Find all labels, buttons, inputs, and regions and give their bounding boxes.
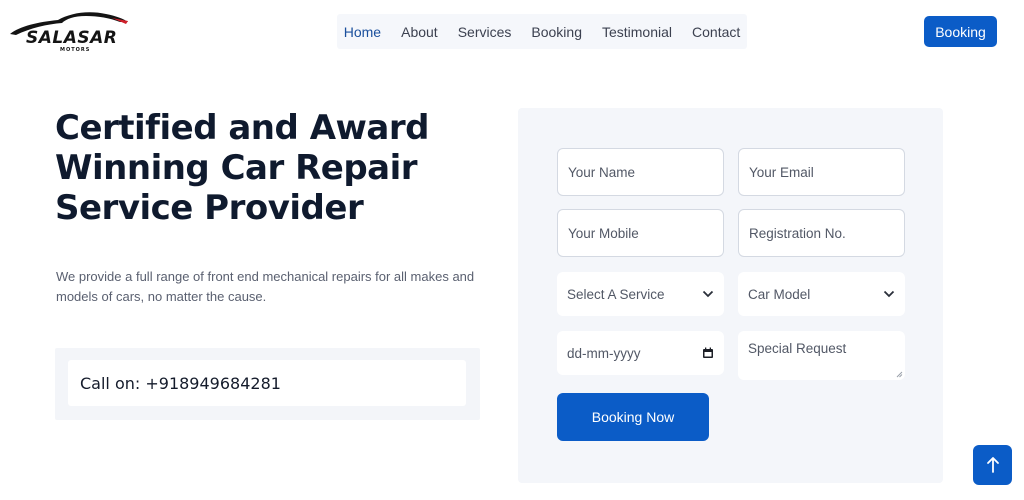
chevron-down-icon (883, 290, 895, 298)
special-request-placeholder: Special Request (748, 341, 847, 356)
main-nav: Home About Services Booking Testimonial … (337, 14, 747, 49)
chevron-down-icon (702, 290, 714, 298)
date-input[interactable]: dd-mm-yyyy (557, 331, 724, 375)
date-input-placeholder: dd-mm-yyyy (567, 345, 641, 361)
brand-name: SALASAR (26, 28, 118, 48)
calendar-icon[interactable] (702, 347, 714, 359)
nav-testimonial[interactable]: Testimonial (592, 24, 682, 40)
registration-input[interactable]: Registration No. (738, 209, 905, 257)
call-phone-text[interactable]: Call on: +918949684281 (68, 360, 466, 406)
hero-title: Certified and Award Winning Car Repair S… (55, 108, 429, 228)
nav-services[interactable]: Services (448, 24, 522, 40)
call-box: Call on: +918949684281 (55, 348, 480, 420)
booking-now-button[interactable]: Booking Now (557, 393, 709, 441)
arrow-up-icon (986, 457, 999, 473)
email-input[interactable]: Your Email (738, 148, 905, 196)
booking-header-button[interactable]: Booking (924, 16, 997, 47)
brand-logo[interactable]: SALASAR MOTORS (8, 8, 132, 56)
hero-description: We provide a full range of front end mec… (56, 269, 475, 304)
scroll-top-button[interactable] (973, 445, 1012, 485)
service-select-value: Select A Service (567, 286, 665, 302)
car-model-select-value: Car Model (748, 286, 811, 302)
name-input[interactable]: Your Name (557, 148, 724, 196)
brand-subtitle: MOTORS (60, 47, 91, 53)
car-model-select[interactable]: Car Model (738, 272, 905, 316)
resize-grip-icon[interactable] (896, 371, 903, 378)
nav-contact[interactable]: Contact (682, 24, 750, 40)
nav-home[interactable]: Home (334, 24, 391, 40)
special-request-textarea[interactable]: Special Request (738, 331, 905, 380)
service-select[interactable]: Select A Service (557, 272, 724, 316)
mobile-input[interactable]: Your Mobile (557, 209, 724, 257)
nav-about[interactable]: About (391, 24, 448, 40)
nav-booking[interactable]: Booking (521, 24, 592, 40)
